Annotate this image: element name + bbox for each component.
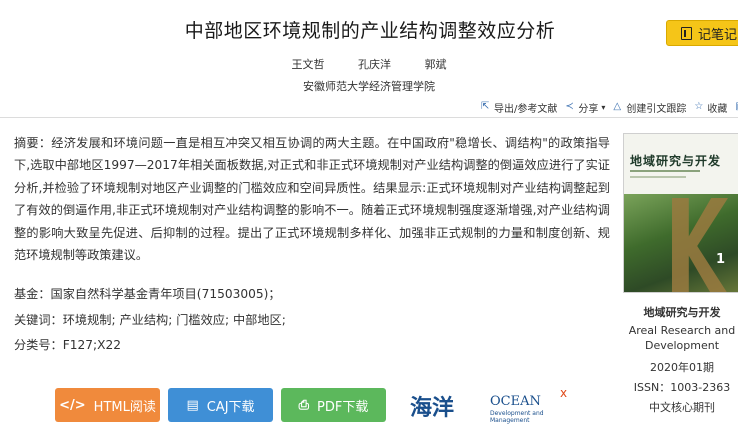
cover-title: 地域研究与开发: [630, 154, 722, 168]
abstract-text: 摘要：经济发展和环境问题一直是相互冲突又相互协调的两大主题。在中国政府"稳增长、…: [14, 136, 610, 263]
journal-name-link[interactable]: 地域研究与开发: [623, 304, 738, 320]
author-list: 王文哲 孔庆洋 郭斌: [0, 56, 738, 72]
journal-core-tag: 中文核心期刊: [649, 401, 715, 414]
author-link[interactable]: 王文哲: [292, 58, 325, 71]
classification-number: 分类号：F127;X22: [14, 338, 121, 352]
ocean-logo-en-sub: Development and Management: [490, 410, 544, 424]
pdf-download-label: PDF下载: [317, 399, 369, 415]
affiliation-link[interactable]: 安徽师范大学经济管理学院: [0, 78, 738, 94]
take-notes-button[interactable]: 记笔记: [666, 20, 738, 46]
journal-name-en-1: Areal Research and: [628, 324, 736, 337]
share-button[interactable]: ≺ 分享 ▾: [565, 100, 605, 115]
code-icon: </>: [59, 397, 86, 413]
author-link[interactable]: 郭斌: [425, 58, 447, 71]
journal-cover[interactable]: 地域研究与开发 1: [623, 133, 738, 293]
star-icon: ☆: [694, 101, 704, 112]
divider: [0, 117, 738, 118]
cover-stripe: [630, 176, 686, 178]
pdf-icon: ⎙: [298, 397, 310, 413]
ocean-ad-banner[interactable]: 海洋 OCEAN Development and Management: [410, 390, 570, 424]
pdf-download-button[interactable]: ⎙ PDF下载: [281, 388, 386, 422]
export-reference-button[interactable]: ⇱ 导出/参考文献: [481, 100, 557, 115]
book-icon: ▤: [186, 397, 199, 413]
cover-issue-number: 1: [716, 252, 726, 267]
favorite-label: 收藏: [707, 103, 728, 115]
html-read-label: HTML阅读: [93, 399, 156, 415]
journal-issue-link[interactable]: 2020年01期: [623, 359, 738, 375]
fund-info: 基金：国家自然科学基金青年项目(71503005)；: [14, 287, 281, 301]
journal-issn: ISSN：1003-2363: [633, 381, 731, 394]
ocean-logo-en: OCEAN: [490, 394, 541, 409]
citation-tracking-button[interactable]: △ 创建引文跟踪: [613, 100, 686, 115]
take-notes-label: 记笔记: [698, 27, 738, 43]
export-icon: ⇱: [481, 101, 490, 112]
keywords: 关键词：环境规制; 产业结构; 门槛效应; 中部地区;: [14, 313, 286, 327]
caj-download-button[interactable]: ▤ CAJ下载: [168, 388, 273, 422]
notebook-icon: [681, 26, 692, 40]
citation-tracking-label: 创建引文跟踪: [626, 103, 687, 115]
chevron-down-icon: ▾: [601, 102, 606, 112]
html-read-button[interactable]: </> HTML阅读: [55, 388, 160, 422]
caj-download-label: CAJ下载: [206, 399, 255, 415]
article-title: 中部地区环境规制的产业结构调整效应分析: [184, 20, 556, 42]
journal-name-en-2: Development: [644, 339, 720, 352]
close-ad-icon[interactable]: x: [560, 386, 567, 400]
favorite-button[interactable]: ☆ 收藏: [694, 100, 727, 115]
article-toolbar: ⇱ 导出/参考文献 ≺ 分享 ▾ △ 创建引文跟踪 ☆ 收藏 ▣ 打: [481, 99, 738, 115]
cover-stripe: [630, 170, 700, 172]
bell-icon: △: [613, 101, 622, 112]
share-icon: ≺: [565, 101, 574, 112]
export-label: 导出/参考文献: [494, 103, 558, 115]
share-label: 分享: [578, 103, 599, 115]
author-link[interactable]: 孔庆洋: [358, 58, 391, 71]
ocean-logo-cn: 海洋: [410, 395, 455, 421]
